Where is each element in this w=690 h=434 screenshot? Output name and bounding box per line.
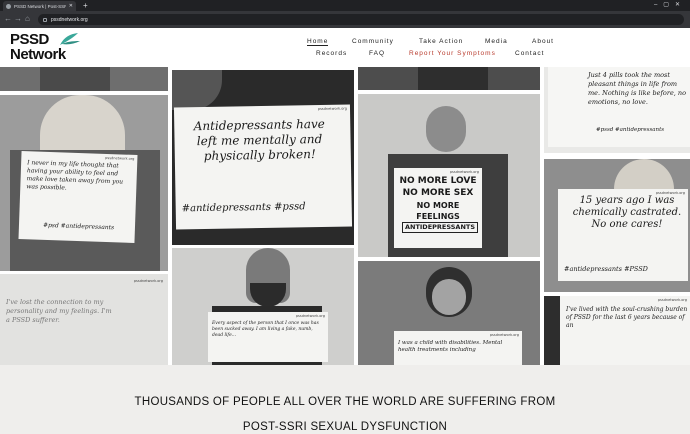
sign-text: 15 years ago I was chemically castrated.… [572,195,682,230]
photo-bearded-man: pssdnetwork.org Every aspect of the pers… [172,248,354,365]
photo-collage: pssdnetwork.org I never in my life thoug… [0,67,690,365]
browser-tab[interactable]: PSSD Network | Post-SSRI Sexu... ✕ [3,1,76,11]
hero-headline-line1: THOUSANDS OF PEOPLE ALL OVER THE WORLD A… [134,396,556,408]
photo-four-pills: Just 4 pills took the most pleasant thin… [544,67,690,153]
close-icon[interactable]: ✕ [69,3,73,9]
photo-soul-crushing: pssdnetwork.org I've lived with the soul… [544,296,690,365]
hero-headline-line2: POST-SSRI SEXUAL DYSFUNCTION [242,421,448,433]
nav-take-action[interactable]: Take Action [419,38,463,45]
sign-text: I've lost the connection to my personali… [6,298,112,324]
photo-partial-top-left [0,67,168,91]
sign-tags: #psd #antidepressants [42,221,115,232]
browser-tab-strip: PSSD Network | Post-SSRI Sexu... ✕ + –▢✕ [0,0,690,11]
sign-line-sex: NO MORE SEX [402,188,474,198]
photo-no-more-love: pssdnetwork.org NO MORE LOVE NO MORE SEX… [358,94,540,257]
nav-community[interactable]: Community [352,38,394,45]
sign-line-feelings: NO MORE FEELINGS [416,201,460,221]
photo-partial-top-middle [358,67,540,90]
logo-text-pssd: PSSD [10,31,49,48]
photo-antidepressants-sign: pssdnetwork.org Antidepressants have lef… [172,70,354,245]
site-header: PSSD Network Home Community Take Action … [0,28,690,67]
sign-p2: pssdnetwork.org I've lost the connection… [0,274,168,365]
sign-text: Antidepressants have left me mentally an… [193,116,325,164]
sign-text: I never in my life thought that having y… [26,159,124,192]
new-tab-button[interactable]: + [83,0,88,11]
sign-text: Just 4 pills took the most pleasant thin… [588,71,687,106]
photo-connection-sign: pssdnetwork.org I've lost the connection… [0,274,168,365]
home-icon[interactable]: ⌂ [25,13,30,25]
sign-p7: Just 4 pills took the most pleasant thin… [548,67,690,147]
sign-tags: #pssd #antidepressants [596,127,665,133]
photo-child-disabilities: pssdnetwork.org I was a child with disab… [358,261,540,365]
back-icon[interactable]: ← [4,13,12,25]
hero-section: THOUSANDS OF PEOPLE ALL OVER THE WORLD A… [0,365,690,434]
nav-report-symptoms[interactable]: Report Your Symptoms [409,50,496,57]
sign-text: I was a child with disabilities. Mental … [398,340,503,353]
sign-line-antidepressants: ANTIDEPRESSANTS [402,222,478,233]
sign-p5: pssdnetwork.org NO MORE LOVE NO MORE SEX… [394,168,482,248]
nav-media[interactable]: Media [485,38,508,45]
leaf-icon [60,33,80,45]
nav-about[interactable]: About [532,38,554,45]
nav-records[interactable]: Records [316,50,347,57]
sign-line-love: NO MORE LOVE [399,176,477,186]
nav-home[interactable]: Home [307,38,329,46]
forward-icon[interactable]: → [14,13,22,25]
sign-text: I've lived with the soul-crushing burden… [566,306,688,329]
sign-text: Every aspect of the person that I once w… [212,321,319,338]
browser-toolbar: ← → ⌂ pssdnetwork.org [0,11,690,28]
favicon-icon [6,3,11,9]
photo-blonde-woman: pssdnetwork.org I never in my life thoug… [0,95,168,271]
sign-tags: #antidepressants #PSSD [564,265,648,273]
tab-title: PSSD Network | Post-SSRI Sexu... [14,3,66,9]
logo-text-network: Network [10,46,66,63]
sign-p4: pssdnetwork.org Every aspect of the pers… [208,312,328,362]
sign-p6: pssdnetwork.org I was a child with disab… [394,331,522,365]
url-text: pssdnetwork.org [51,16,88,23]
photo-fifteen-years: pssdnetwork.org 15 years ago I was chemi… [544,159,690,292]
sign-tags: #antidepressants #pssd [181,201,306,215]
sign-p9: pssdnetwork.org I've lived with the soul… [560,296,690,365]
nav-contact[interactable]: Contact [515,50,544,57]
window-controls[interactable]: –▢✕ [654,0,686,11]
logo[interactable]: PSSD Network [10,32,85,64]
sign-p8: pssdnetwork.org 15 years ago I was chemi… [558,189,688,281]
address-bar[interactable]: pssdnetwork.org [38,14,684,25]
sign-p3: pssdnetwork.org Antidepressants have lef… [173,104,353,230]
nav-faq[interactable]: FAQ [369,50,385,57]
sign-p1: pssdnetwork.org I never in my life thoug… [18,151,138,243]
lock-icon [43,17,47,22]
